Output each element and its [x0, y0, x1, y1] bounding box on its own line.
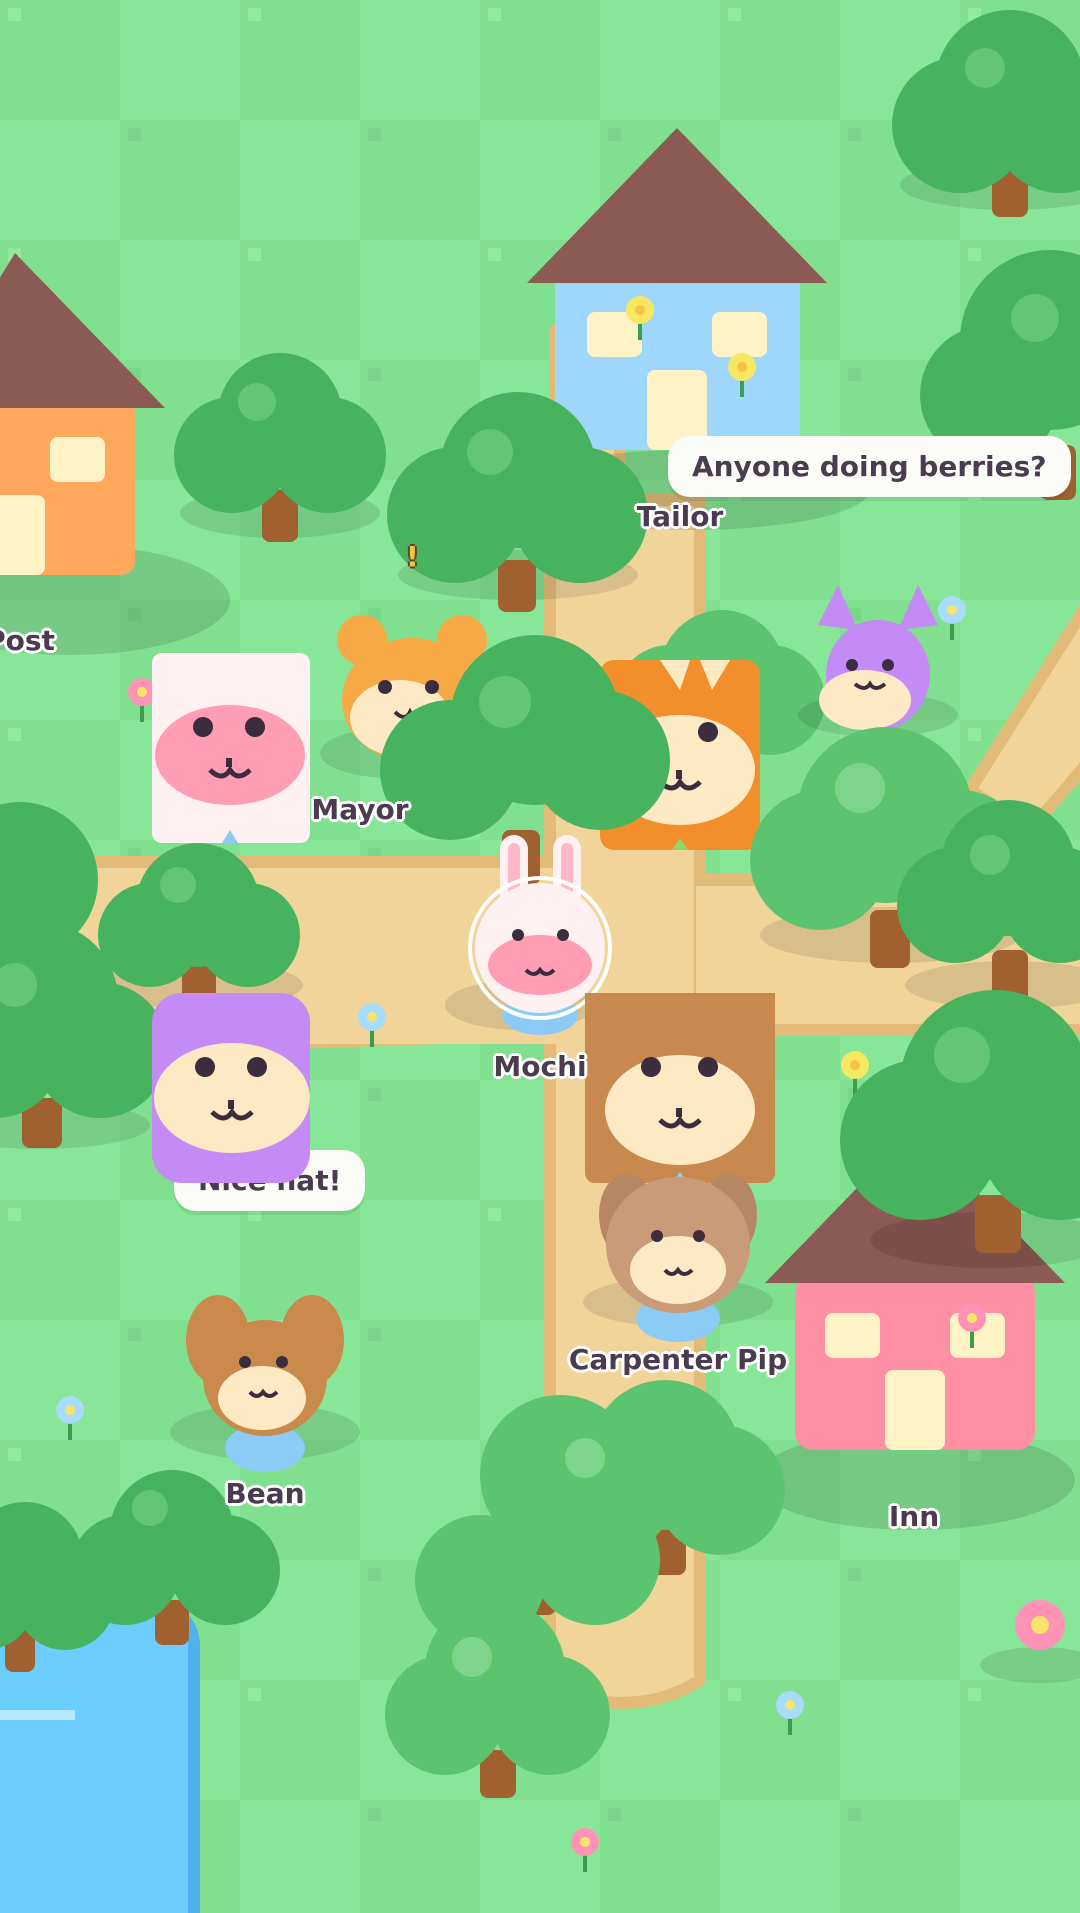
building-label-inn: Inn [888, 1500, 940, 1533]
building-label-tailor: Tailor [636, 500, 724, 533]
speech-bubble-berries: Anyone doing berries? [668, 436, 1071, 497]
character-bunny-pink[interactable] [152, 653, 310, 843]
character-carpenter-pip[interactable] [583, 1173, 773, 1342]
character-label-mochi: Mochi [493, 1050, 587, 1083]
building-label-post: Post [0, 624, 55, 657]
character-bear-brown[interactable] [585, 993, 775, 1183]
character-label-mayor: Mayor [311, 793, 409, 826]
alert-exclamation: ! [406, 540, 419, 573]
game-world[interactable] [0, 0, 1080, 1913]
character-label-carpenter-pip: Carpenter Pip [568, 1343, 788, 1376]
character-label-bean: Bean [225, 1477, 305, 1510]
speech-bubble-hat: Nice hat! [174, 1150, 366, 1211]
